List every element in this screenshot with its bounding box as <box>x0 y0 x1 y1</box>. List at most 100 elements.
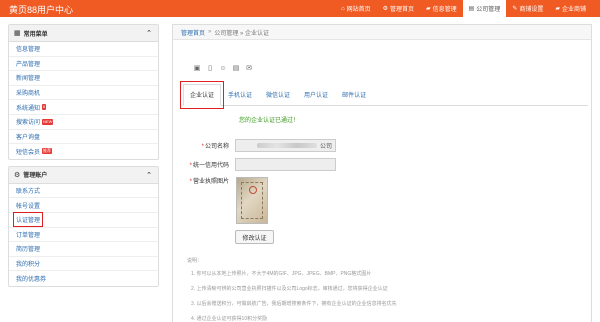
menu-label: 客户询盘 <box>16 134 41 141</box>
modify-certification-button[interactable]: 修改认证 <box>235 230 274 244</box>
nav-label: 信息管理 <box>432 7 457 13</box>
tab-phone[interactable]: 手机认证 <box>221 90 259 105</box>
sidebar-item-orders[interactable]: 订单管理 <box>9 228 158 243</box>
phone-cert-icon[interactable]: ▯ <box>206 65 214 73</box>
instruction-line: 4. 通过企业认证可获得10积分奖励 <box>191 316 268 322</box>
credit-code-field[interactable] <box>235 158 336 171</box>
tab-email[interactable]: 邮件认证 <box>335 90 373 105</box>
top-bar: 黄页88用户中心 ⌂ 网站首页 ⚙ 管理首页 ▰ 信息管理 ▤ 公司管理 ✎ 商铺设置 ▰… <box>0 0 600 17</box>
company-suffix: 公司 <box>319 144 332 150</box>
menu-label: 订单管理 <box>16 232 41 239</box>
sidebar-item-coupons[interactable]: 我的优惠券 <box>9 271 158 286</box>
blurred-company-name <box>256 143 317 148</box>
sidebar-item-account-settings[interactable]: 帐号设置 <box>9 198 158 213</box>
verified-message: 您的企业认证已通过！ <box>239 118 300 124</box>
tab-enterprise[interactable]: 企业认证 <box>179 81 225 109</box>
instructions-heading: 说明： <box>187 258 203 264</box>
nav-admin-home[interactable]: ⚙ 管理首页 <box>377 0 420 17</box>
shop-icon: ▰ <box>555 6 560 12</box>
menu-label: 简历管理 <box>16 247 41 254</box>
menu-label: 短信会员 <box>16 149 41 156</box>
menu-label: 我的积分 <box>16 262 41 269</box>
tab-user[interactable]: 用户认证 <box>297 90 335 105</box>
menu-label: 系统通知 <box>16 105 41 112</box>
main-panel: 管理首页 » 公司管理 » 企业认证 ▣ ▯ ☺ ▤ ✉ 企业认证 手机认证 微… <box>172 24 592 322</box>
breadcrumb-rest: 公司管理 » 企业认证 <box>214 30 270 37</box>
menu-label: 认证管理 <box>12 212 44 228</box>
nav-label: 网站首页 <box>346 7 371 13</box>
common-menu-header[interactable]: ▦ 常用菜单 ⌃ <box>9 25 158 42</box>
business-license-image[interactable] <box>236 177 268 224</box>
nav-site-home[interactable]: ⌂ 网站首页 <box>335 0 377 17</box>
menu-label: 联系方式 <box>16 189 41 196</box>
license-row: *营业执照图片 <box>179 176 235 185</box>
nav-info-manage[interactable]: ▰ 信息管理 <box>420 0 463 17</box>
wechat-cert-icon[interactable]: ☺ <box>219 65 227 73</box>
grid-icon: ▦ <box>14 30 21 37</box>
chevron-up-icon[interactable]: ⌃ <box>146 29 152 37</box>
breadcrumb-home[interactable]: 管理首页 <box>181 28 205 37</box>
sidebar-item-purchase[interactable]: 采购商机 <box>9 86 158 101</box>
sidebar-item-certification[interactable]: 认证管理 <box>9 212 158 228</box>
nav-company-manage[interactable]: ▤ 公司管理 <box>462 0 507 17</box>
credit-code-row: *统一信用代码 <box>179 158 336 171</box>
menu-label: 搜索访问 <box>16 120 41 127</box>
breadcrumb-separator: » <box>208 29 212 35</box>
license-seal <box>249 186 257 194</box>
sidebar: ▦ 常用菜单 ⌃ 信息管理 产品管理 新闻管理 采购商机 系统通知 6 搜索访问 N… <box>8 24 159 293</box>
common-menu-panel: ▦ 常用菜单 ⌃ 信息管理 产品管理 新闻管理 采购商机 系统通知 6 搜索访问 N… <box>8 24 159 160</box>
gear-icon: ⚙ <box>14 171 21 179</box>
menu-label: 采购商机 <box>16 91 41 98</box>
top-nav: ⌂ 网站首页 ⚙ 管理首页 ▰ 信息管理 ▤ 公司管理 ✎ 商铺设置 ▰ 企业商铺 <box>335 0 592 17</box>
sidebar-item-sms[interactable]: 短信会员 推荐 <box>9 144 158 159</box>
wrench-icon: ✎ <box>512 6 518 12</box>
company-name-label: *公司名称 <box>201 144 229 150</box>
count-badge: 6 <box>42 104 47 111</box>
instructions: 说明： 1. 你可以从本地上传照片，不大于4M的GIF、JPG、JPEG、BMP… <box>187 257 587 322</box>
tab-wechat[interactable]: 微信认证 <box>259 90 297 105</box>
credit-code-label: *统一信用代码 <box>189 163 229 169</box>
menu-label: 信息管理 <box>16 47 41 54</box>
menu-label: 新闻管理 <box>16 76 41 83</box>
sidebar-item-contact[interactable]: 联系方式 <box>9 184 158 199</box>
home-icon: ⌂ <box>340 5 345 12</box>
instruction-line: 3. 以后会赠送积分，可做启航广告，我后期增搜索条件下，拥有企业认证的企业信息排… <box>191 301 397 307</box>
nav-label: 企业商铺 <box>561 7 586 13</box>
chevron-up-icon[interactable]: ⌃ <box>146 171 152 179</box>
panel-title: 常用菜单 <box>23 31 48 38</box>
recommend-badge: 推荐 <box>42 148 53 155</box>
license-label: *营业执照图片 <box>189 179 229 185</box>
instruction-line: 1. 你可以从本地上传照片，不大于4M的GIF、JPG、JPEG、BMP、PNG… <box>191 271 372 277</box>
building-icon: ▤ <box>468 6 475 12</box>
account-header[interactable]: ⚙ 管理账户 ⌃ <box>9 166 158 184</box>
brand-title[interactable]: 黄页88用户中心 <box>9 3 73 16</box>
sidebar-item-points[interactable]: 我的积分 <box>9 257 158 272</box>
sidebar-item-notices[interactable]: 系统通知 6 <box>9 100 158 115</box>
sidebar-item-info[interactable]: 信息管理 <box>9 42 158 57</box>
sidebar-item-resumes[interactable]: 简历管理 <box>9 242 158 257</box>
email-cert-icon[interactable]: ✉ <box>245 65 253 73</box>
sidebar-item-news[interactable]: 新闻管理 <box>9 71 158 86</box>
menu-label: 我的优惠券 <box>16 277 47 284</box>
verification-icons: ▣ ▯ ☺ ▤ ✉ <box>193 65 253 73</box>
sidebar-item-products[interactable]: 产品管理 <box>9 57 158 72</box>
menu-label: 帐号设置 <box>16 203 41 210</box>
gear-icon: ⚙ <box>382 6 388 12</box>
sidebar-item-inquiries[interactable]: 客户询盘 <box>9 130 158 145</box>
sidebar-item-search-visits[interactable]: 搜索访问 NEW <box>9 115 158 130</box>
nav-label: 管理首页 <box>389 7 414 13</box>
company-name-field[interactable]: 公司 <box>235 139 336 152</box>
cert-tabs: 企业认证 手机认证 微信认证 用户认证 邮件认证 <box>179 81 588 109</box>
enterprise-cert-icon[interactable]: ▣ <box>193 65 201 73</box>
company-name-row: *公司名称 公司 <box>179 139 336 152</box>
account-panel: ⚙ 管理账户 ⌃ 联系方式 帐号设置 认证管理 订单管理 简历管理 我的积分 我… <box>8 165 159 287</box>
user-cert-icon[interactable]: ▤ <box>232 65 240 73</box>
panel-title: 管理账户 <box>23 173 48 180</box>
nav-label: 商铺设置 <box>519 7 544 13</box>
instruction-line: 2. 上传清晰可辨的公司营业执照扫描件以及公司Logo标志，审核通过，您将获得企… <box>191 286 388 292</box>
nav-shop-settings[interactable]: ✎ 商铺设置 <box>506 0 549 17</box>
menu-label: 产品管理 <box>16 61 41 68</box>
breadcrumb: 管理首页 » 公司管理 » 企业认证 <box>173 25 591 40</box>
nav-enterprise-shop[interactable]: ▰ 企业商铺 <box>549 0 592 17</box>
new-badge: NEW <box>42 118 54 125</box>
